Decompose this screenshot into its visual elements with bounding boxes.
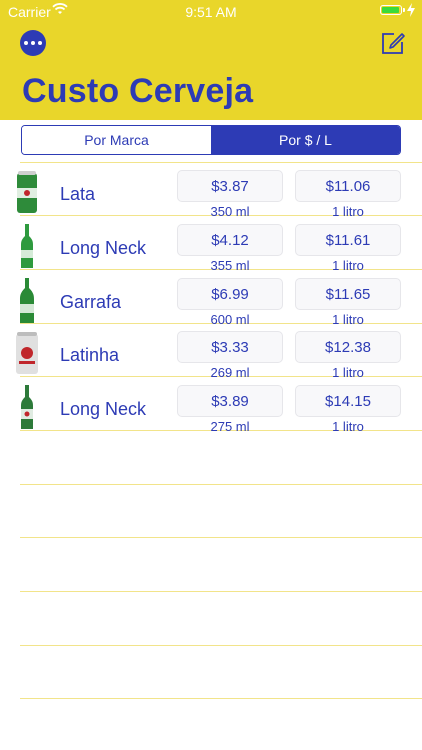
battery-icon bbox=[380, 5, 402, 15]
battery-tip bbox=[403, 8, 405, 12]
divider bbox=[20, 537, 422, 538]
beer-bottle-icon bbox=[21, 385, 33, 429]
ellipsis-icon bbox=[24, 41, 28, 45]
list-item[interactable]: Latinha $3.33 $12.38 269 ml 1 litro bbox=[0, 327, 422, 381]
list-item[interactable]: Long Neck $4.12 $11.61 355 ml 1 litro bbox=[0, 220, 422, 274]
beer-name: Latinha bbox=[60, 345, 120, 365]
page-title: Custo Cerveja bbox=[22, 72, 254, 110]
price-per-liter-field[interactable]: $11.65 bbox=[295, 278, 401, 310]
unit-label: 1 litro bbox=[332, 312, 364, 327]
price-field[interactable]: $4.12 bbox=[177, 224, 283, 256]
beer-can-icon bbox=[17, 171, 37, 213]
price-per-liter-field[interactable]: $14.15 bbox=[295, 385, 401, 417]
divider bbox=[20, 645, 422, 646]
ellipsis-dot bbox=[38, 41, 42, 45]
volume-label: 350 ml bbox=[210, 204, 250, 219]
header: Carrier 9:51 AM Custo Cerveja bbox=[0, 0, 422, 120]
price-per-liter-field[interactable]: $11.61 bbox=[295, 224, 401, 256]
charging-bolt-icon bbox=[407, 3, 415, 17]
beer-name: Long Neck bbox=[60, 399, 147, 419]
unit-label: 1 litro bbox=[332, 365, 364, 380]
volume-label: 355 ml bbox=[210, 258, 250, 273]
beer-name: Lata bbox=[60, 184, 96, 204]
beer-bottle-icon bbox=[21, 224, 33, 268]
price-field[interactable]: $6.99 bbox=[177, 278, 283, 310]
price-per-liter-field[interactable]: $12.38 bbox=[295, 331, 401, 363]
volume-label: 275 ml bbox=[210, 419, 250, 434]
compose-icon[interactable] bbox=[380, 30, 406, 56]
unit-label: 1 litro bbox=[332, 419, 364, 434]
price-field[interactable]: $3.33 bbox=[177, 331, 283, 363]
beer-name: Long Neck bbox=[60, 238, 147, 258]
segment-por-marca[interactable]: Por Marca bbox=[22, 126, 211, 154]
ellipsis-dot bbox=[31, 41, 35, 45]
beer-bottle-icon bbox=[20, 278, 34, 323]
price-per-liter-field[interactable]: $11.06 bbox=[295, 170, 401, 202]
segment-por-litro[interactable]: Por $ / L bbox=[211, 126, 400, 154]
unit-label: 1 litro bbox=[332, 258, 364, 273]
more-options-button[interactable] bbox=[20, 30, 46, 56]
price-field[interactable]: $3.87 bbox=[177, 170, 283, 202]
volume-label: 600 ml bbox=[210, 312, 250, 327]
list-item[interactable]: Lata $3.87 $11.06 350 ml 1 litro bbox=[0, 166, 422, 220]
list-item[interactable]: Garrafa $6.99 $11.65 600 ml 1 litro bbox=[0, 274, 422, 328]
list-item[interactable]: Long Neck $3.89 $14.15 275 ml 1 litro bbox=[0, 381, 422, 435]
divider bbox=[20, 484, 422, 485]
beer-can-icon bbox=[16, 332, 38, 374]
sort-segmented-control[interactable]: Por Marca Por $ / L bbox=[21, 125, 401, 155]
status-time: 9:51 AM bbox=[185, 4, 237, 20]
beer-name: Garrafa bbox=[60, 292, 122, 312]
unit-label: 1 litro bbox=[332, 204, 364, 219]
divider bbox=[20, 698, 422, 699]
status-bar: Carrier 9:51 AM bbox=[0, 0, 422, 22]
volume-label: 269 ml bbox=[210, 365, 250, 380]
divider bbox=[20, 591, 422, 592]
price-field[interactable]: $3.89 bbox=[177, 385, 283, 417]
divider bbox=[20, 162, 422, 163]
